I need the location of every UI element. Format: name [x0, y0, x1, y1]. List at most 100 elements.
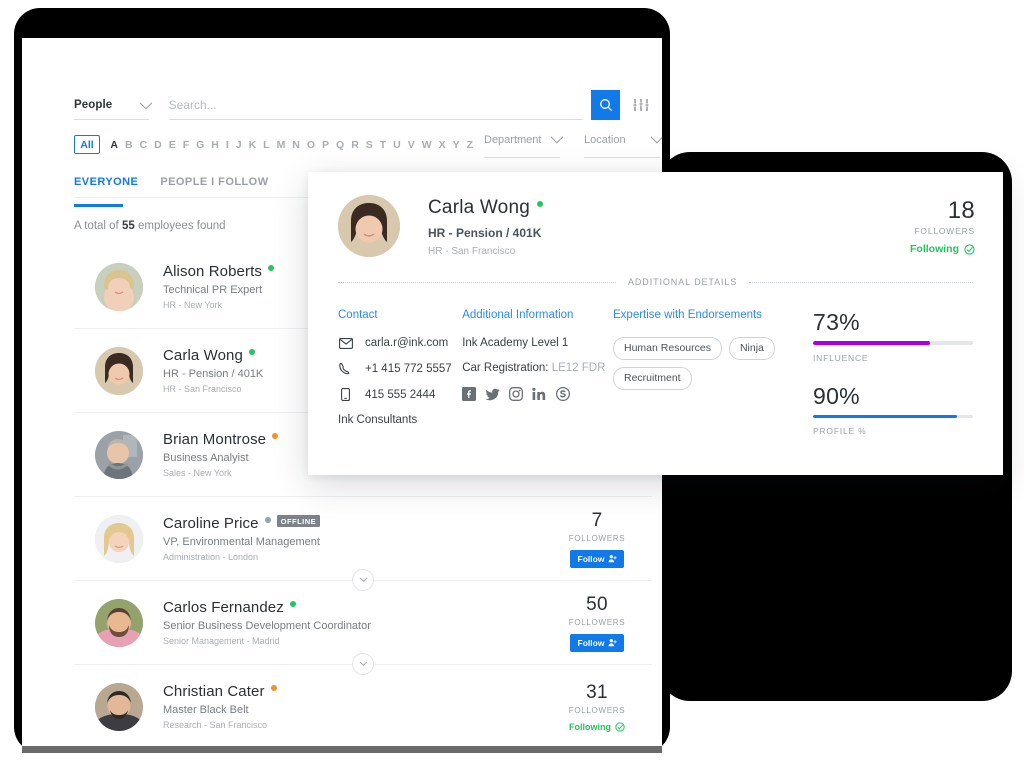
following-label: Following	[569, 721, 611, 732]
table-row[interactable]: Christian Cater Master Black Belt Resear…	[74, 665, 652, 746]
avatar	[95, 430, 143, 479]
person-name: Caroline Price	[163, 515, 259, 532]
alpha-filter-letter[interactable]: T	[376, 139, 389, 151]
followers-count: 7	[591, 509, 603, 531]
person-department: Administration - London	[163, 552, 259, 563]
avatar	[95, 346, 143, 395]
metric-influence: 73% INFLUENCE	[813, 309, 973, 363]
follow-button-label: Follow	[577, 553, 605, 564]
alpha-filter-letter[interactable]: A	[107, 139, 122, 151]
alpha-filter-letter[interactable]: Q	[333, 139, 348, 151]
alpha-filter-letter[interactable]: J	[232, 139, 245, 151]
window-bottom-bar	[22, 746, 662, 753]
skype-icon[interactable]	[556, 387, 571, 401]
alpha-filter-letter[interactable]: D	[151, 139, 166, 151]
facebook-icon[interactable]	[462, 387, 477, 401]
alpha-filter-letter[interactable]: Y	[449, 139, 463, 151]
status-dot-online-icon	[289, 601, 296, 607]
person-department: Research - San Francisco	[163, 720, 268, 730]
mobile-icon	[338, 388, 353, 401]
search-scope-select[interactable]: People	[74, 90, 152, 120]
facet-location-label: Location	[584, 134, 626, 146]
results-count-value: 55	[121, 220, 135, 232]
alpha-filter-letter[interactable]: M	[273, 139, 289, 151]
avatar	[95, 598, 143, 647]
alpha-filter-letter[interactable]: F	[179, 139, 192, 151]
follow-button[interactable]: Follow	[569, 633, 625, 652]
facet-department[interactable]: Department	[484, 130, 564, 158]
expertise-tag[interactable]: Ninja	[728, 337, 775, 360]
envelope-icon	[338, 337, 353, 349]
contact-mobile-row[interactable]: 415 555 2444	[338, 388, 462, 401]
alpha-filter-letter[interactable]: N	[289, 139, 304, 151]
search-button[interactable]	[590, 90, 621, 120]
progress-fill	[813, 414, 957, 418]
person-department: Senior Management - Madrid	[163, 636, 280, 646]
facet-department-label: Department	[484, 134, 542, 146]
alpha-filter-letter[interactable]: I	[222, 139, 232, 151]
additional-info-title: Additional Information	[462, 309, 574, 321]
person-add-icon	[608, 639, 618, 647]
alpha-filter-all[interactable]: All	[74, 135, 100, 154]
screenshot-stage: People Search... All A B C D E F G H I J…	[0, 0, 1024, 761]
search-field[interactable]	[168, 90, 583, 120]
expand-row-button[interactable]	[352, 653, 374, 675]
contact-email-row[interactable]: carla.r@ink.com	[338, 337, 462, 349]
metric-value: 90%	[813, 382, 860, 409]
phone-icon	[338, 362, 353, 375]
social-links	[462, 387, 613, 401]
facet-location[interactable]: Location	[584, 130, 662, 158]
table-row[interactable]: Carlos Fernandez Senior Business Develop…	[74, 581, 652, 675]
search-scope-label: People	[74, 98, 113, 111]
contact-phone-row[interactable]: +1 415 772 5557	[338, 362, 462, 375]
alpha-filter-letter[interactable]: R	[348, 139, 363, 151]
additional-info-column: Additional Information Ink Academy Level…	[462, 309, 613, 436]
car-registration-value: LE12 FDR	[551, 362, 606, 374]
page-title: Carla Wong	[428, 197, 530, 218]
followers-label: FOLLOWERS	[914, 226, 975, 236]
chevron-down-icon	[650, 130, 662, 144]
alpha-filter-letter[interactable]: X	[435, 139, 449, 151]
tab-everyone[interactable]: EVERYONE	[74, 176, 138, 188]
follow-button[interactable]: Follow	[569, 549, 625, 568]
table-row[interactable]: Caroline Price OFFLINE VP, Environmental…	[74, 497, 652, 591]
search-bar: People	[74, 88, 652, 120]
alpha-filter-letter[interactable]: C	[136, 139, 151, 151]
following-status[interactable]: Following	[910, 243, 975, 255]
twitter-icon[interactable]	[485, 387, 500, 401]
divider-line	[338, 281, 616, 283]
alpha-filter-letter[interactable]: L	[260, 139, 273, 151]
search-input[interactable]	[168, 97, 583, 112]
alpha-filter-letter[interactable]: K	[245, 139, 260, 151]
alpha-filter-letter[interactable]: G	[193, 139, 208, 151]
person-name: Carlos Fernandez	[163, 599, 284, 616]
expertise-tag[interactable]: Human Resources	[613, 337, 722, 360]
instagram-icon[interactable]	[509, 387, 524, 401]
academy-level: Ink Academy Level 1	[462, 337, 569, 349]
linkedin-icon[interactable]	[532, 387, 547, 401]
alpha-filter-letter[interactable]: V	[404, 139, 418, 151]
row-actions: 50 FOLLOWERS Follow	[542, 594, 652, 652]
progress-fill	[813, 341, 930, 345]
alpha-filter-letter[interactable]: O	[303, 139, 318, 151]
contact-mobile: 415 555 2444	[365, 388, 436, 401]
expertise-tag[interactable]: Recruitment	[613, 367, 692, 390]
tab-active-underline	[74, 204, 123, 207]
alpha-filter-letter[interactable]: H	[208, 139, 223, 151]
person-detail-card: Carla Wong HR - Pension / 401K HR - San …	[308, 172, 1003, 475]
alpha-filter-letter[interactable]: U	[390, 139, 405, 151]
alpha-filter-letter[interactable]: S	[362, 139, 376, 151]
alpha-filter-letter[interactable]: B	[122, 139, 137, 151]
expand-row-button[interactable]	[352, 569, 374, 591]
alpha-filter-letter[interactable]: E	[165, 139, 179, 151]
filter-settings-button[interactable]	[630, 94, 652, 116]
contact-title: Contact	[338, 309, 378, 321]
alpha-filter-letter[interactable]: P	[319, 139, 333, 151]
alpha-filter-letter[interactable]: Z	[463, 139, 476, 151]
tab-people-i-follow[interactable]: PEOPLE I FOLLOW	[160, 176, 268, 188]
person-name: Carla Wong	[163, 347, 243, 364]
alpha-filter-letter[interactable]: W	[418, 139, 435, 151]
following-status[interactable]: Following	[569, 722, 625, 732]
car-registration-label: Car Registration:	[462, 362, 549, 374]
expertise-column: Expertise with Endorsements Human Resour…	[613, 309, 785, 436]
